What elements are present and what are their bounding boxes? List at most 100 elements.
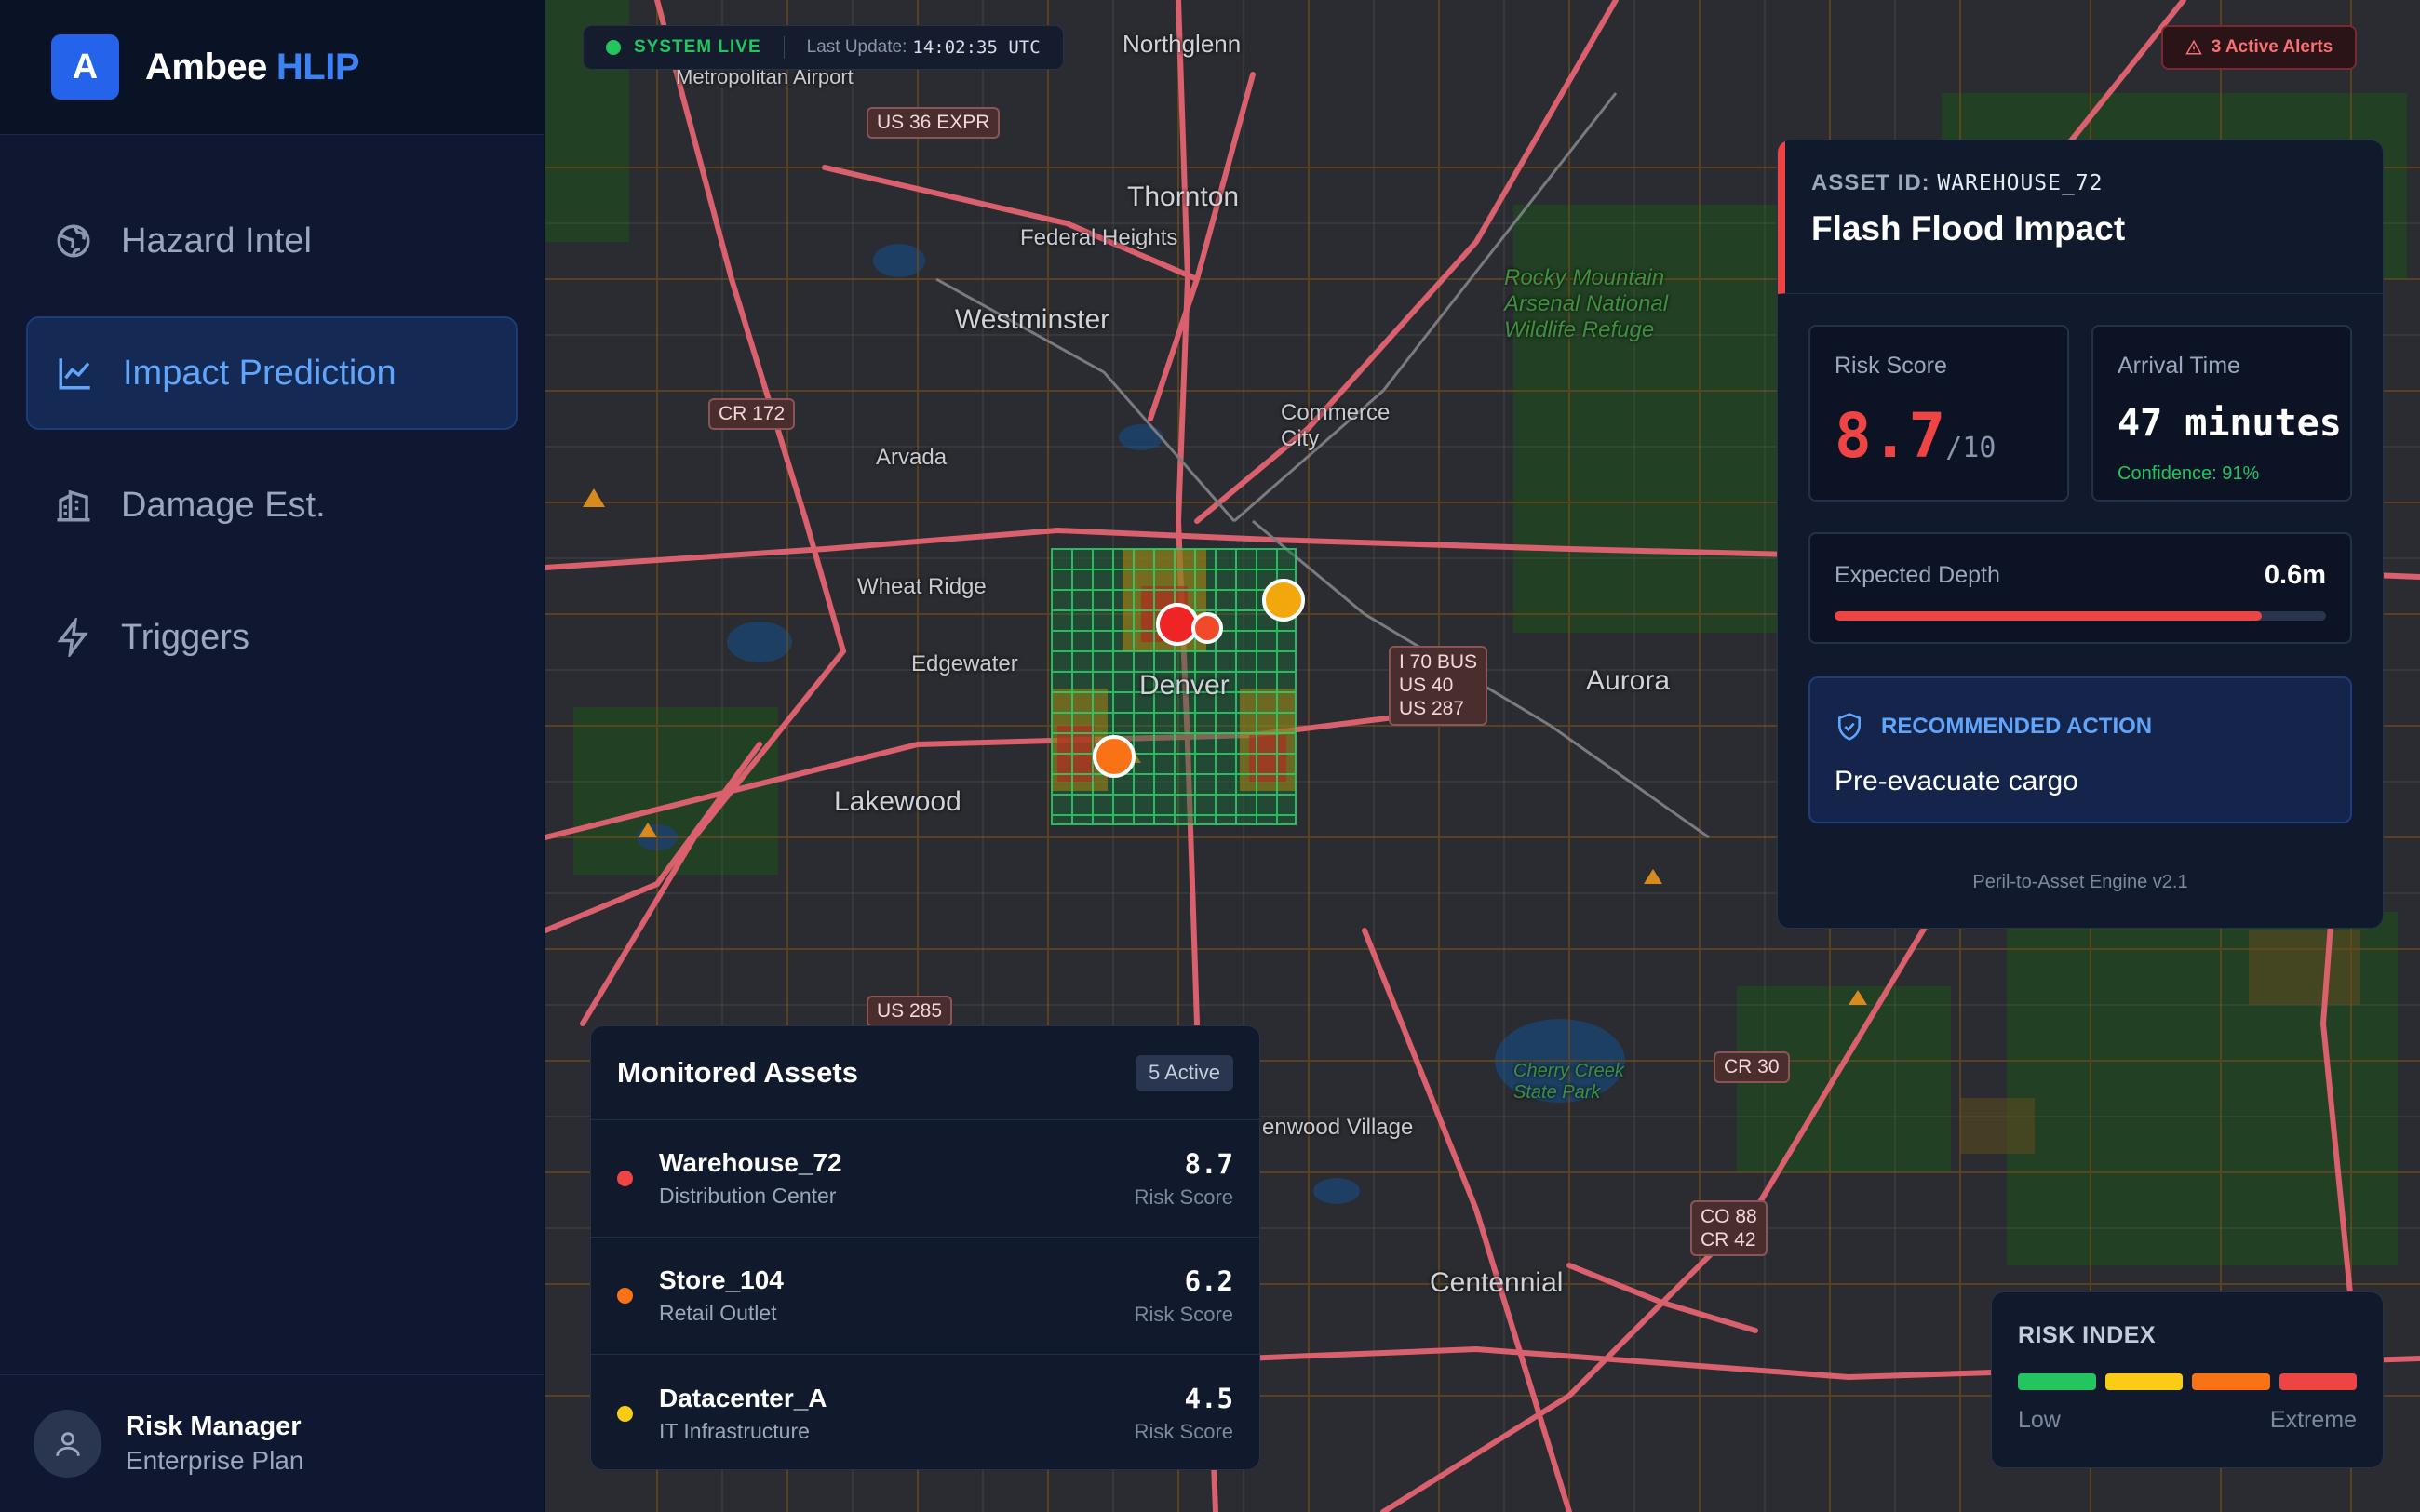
map-label-cherry-creek: Cherry Creek State Park	[1513, 1061, 1624, 1103]
map-label-westminster: Westminster	[955, 304, 1110, 335]
nav-label: Impact Prediction	[123, 353, 397, 393]
asset-list-item[interactable]: Store_104 Retail Outlet 6.2 Risk Score	[591, 1238, 1259, 1355]
arrival-time-value: 47 minutes	[2118, 402, 2342, 445]
nav-item-hazard-intel[interactable]: Hazard Intel	[26, 184, 518, 298]
monitored-assets-title: Monitored Assets	[617, 1056, 858, 1089]
map-label-denver: Denver	[1139, 670, 1230, 701]
user-profile[interactable]: Risk Manager Enterprise Plan	[0, 1374, 544, 1512]
impact-title: Flash Flood Impact	[1811, 209, 2126, 248]
active-alerts-label: 3 Active Alerts	[2211, 37, 2333, 57]
depth-progress-bar	[1835, 611, 2326, 621]
asset-detail-header: ASSET ID: WAREHOUSE_72 Flash Flood Impac…	[1778, 140, 2383, 294]
active-alerts-button[interactable]: 3 Active Alerts	[2161, 25, 2357, 70]
route-shield-line: US 40	[1399, 675, 1454, 697]
map-label-aurora: Aurora	[1586, 665, 1671, 696]
asset-risk-score: 6.2	[1184, 1264, 1233, 1297]
lightning-icon	[57, 618, 88, 657]
risk-score-number: 8.7	[1835, 400, 1946, 472]
risk-level-extreme-bar	[2279, 1373, 2357, 1390]
asset-list-item[interactable]: Datacenter_A IT Infrastructure 4.5 Risk …	[591, 1355, 1259, 1469]
arrival-time-label: Arrival Time	[2118, 353, 2240, 379]
risk-level-moderate-bar	[2104, 1373, 2183, 1390]
risk-dot-icon	[617, 1405, 633, 1422]
asset-type: IT Infrastructure	[659, 1418, 810, 1443]
risk-score-denominator: /10	[1945, 432, 1996, 464]
system-live-label: SYSTEM LIVE	[634, 37, 761, 57]
risk-score-label: Risk Score	[1835, 353, 1947, 379]
route-shield-line: I 70 BUS	[1399, 651, 1478, 673]
risk-dot-icon	[617, 1288, 633, 1304]
asset-marker-store-104[interactable]	[1093, 735, 1136, 778]
expected-depth-card: Expected Depth 0.6m	[1808, 532, 2352, 644]
asset-risk-score: 8.7	[1184, 1147, 1233, 1180]
map-label-wheat-ridge: Wheat Ridge	[857, 574, 987, 599]
route-shield-group: I 70 BUS US 40 US 287	[1389, 646, 1488, 726]
recommended-action-label: RECOMMENDED ACTION	[1881, 714, 2153, 739]
map-label-greenwood-village: enwood Village	[1262, 1115, 1414, 1140]
recommended-action-text: Pre-evacuate cargo	[1835, 766, 2078, 796]
asset-id-label: ASSET ID:	[1811, 170, 1930, 195]
asset-name: Datacenter_A	[659, 1383, 827, 1412]
asset-name: Warehouse_72	[659, 1148, 842, 1177]
route-shield-group: CO 88 CR 42	[1690, 1200, 1768, 1257]
sidebar: A Ambee HLIP Hazard Intel Impact Predicti…	[0, 0, 544, 1512]
risk-index-scale	[2018, 1373, 2357, 1390]
risk-dot-icon	[617, 1171, 633, 1186]
active-count-badge: 5 Active	[1135, 1055, 1233, 1091]
route-shield: US 285	[867, 996, 953, 1027]
expected-depth-label: Expected Depth	[1835, 562, 2000, 588]
system-status: SYSTEM LIVE Last Update: 14:02:35 UTC	[583, 25, 1064, 70]
asset-marker-datacenter-a[interactable]	[1262, 579, 1305, 622]
nav-item-impact-prediction[interactable]: Impact Prediction	[26, 316, 518, 430]
asset-risk-score-label: Risk Score	[1134, 1184, 1233, 1209]
asset-name: Store_104	[659, 1265, 784, 1294]
last-update-label: Last Update:	[806, 37, 908, 57]
map-label-northglenn: Northglenn	[1123, 30, 1242, 58]
risk-level-high-bar	[2192, 1373, 2270, 1390]
globe-icon	[57, 224, 90, 258]
risk-level-low-bar	[2018, 1373, 2096, 1390]
nav-label: Hazard Intel	[121, 221, 312, 261]
map-label-federal-heights: Federal Heights	[1020, 225, 1178, 250]
trend-chart-icon	[59, 358, 90, 390]
nav-label: Triggers	[121, 617, 249, 657]
last-update-time: 14:02:35 UTC	[912, 37, 1041, 58]
avatar	[34, 1410, 101, 1478]
map-label-thornton: Thornton	[1127, 181, 1240, 212]
nav-item-damage-est[interactable]: Damage Est.	[26, 448, 518, 562]
route-shield: US 36 EXPR	[867, 107, 1001, 139]
route-shield-line: CR 42	[1701, 1229, 1756, 1251]
route-shield: CR 172	[708, 398, 796, 430]
asset-id-value: WAREHOUSE_72	[1937, 171, 2104, 195]
user-icon	[55, 1431, 80, 1456]
shield-check-icon	[1838, 713, 1861, 741]
arrival-time-card: Arrival Time 47 minutes Confidence: 91%	[2091, 325, 2352, 502]
warning-icon	[2185, 39, 2202, 55]
map-label-centennial: Centennial	[1430, 1267, 1564, 1298]
map-label-arsenal: Rocky Mountain Arsenal National Wildlife…	[1504, 265, 1669, 342]
main-nav: Hazard Intel Impact Prediction Damage Es…	[0, 0, 544, 713]
route-shield-line: US 287	[1399, 698, 1465, 720]
asset-type: Distribution Center	[659, 1184, 837, 1208]
recommended-action-card[interactable]: RECOMMENDED ACTION Pre-evacuate cargo	[1808, 676, 2352, 823]
expected-depth-value: 0.6m	[2264, 560, 2326, 590]
risk-score-card: Risk Score 8.7/10	[1808, 325, 2069, 502]
user-name: Risk Manager	[126, 1412, 302, 1441]
confidence-value: Confidence: 91%	[2118, 463, 2260, 484]
asset-list-item[interactable]: Warehouse_72 Distribution Center 8.7 Ris…	[591, 1120, 1259, 1238]
map-label-lakewood: Lakewood	[834, 786, 961, 817]
asset-risk-score-label: Risk Score	[1134, 1302, 1233, 1326]
map-label-commerce-city: Commerce City	[1281, 400, 1391, 451]
asset-risk-score: 4.5	[1184, 1383, 1233, 1414]
user-plan: Enterprise Plan	[126, 1446, 304, 1475]
risk-index-extreme-label: Extreme	[2269, 1407, 2357, 1433]
route-shield-line: CO 88	[1701, 1206, 1757, 1227]
risk-index-low-label: Low	[2018, 1407, 2061, 1433]
asset-risk-score-label: Risk Score	[1134, 1420, 1233, 1443]
asset-id: ASSET ID: WAREHOUSE_72	[1811, 170, 2383, 196]
asset-marker[interactable]	[1191, 612, 1223, 644]
building-icon	[57, 489, 90, 522]
map-label-edgewater: Edgewater	[911, 651, 1018, 676]
nav-label: Damage Est.	[121, 485, 326, 525]
nav-item-triggers[interactable]: Triggers	[26, 581, 518, 694]
